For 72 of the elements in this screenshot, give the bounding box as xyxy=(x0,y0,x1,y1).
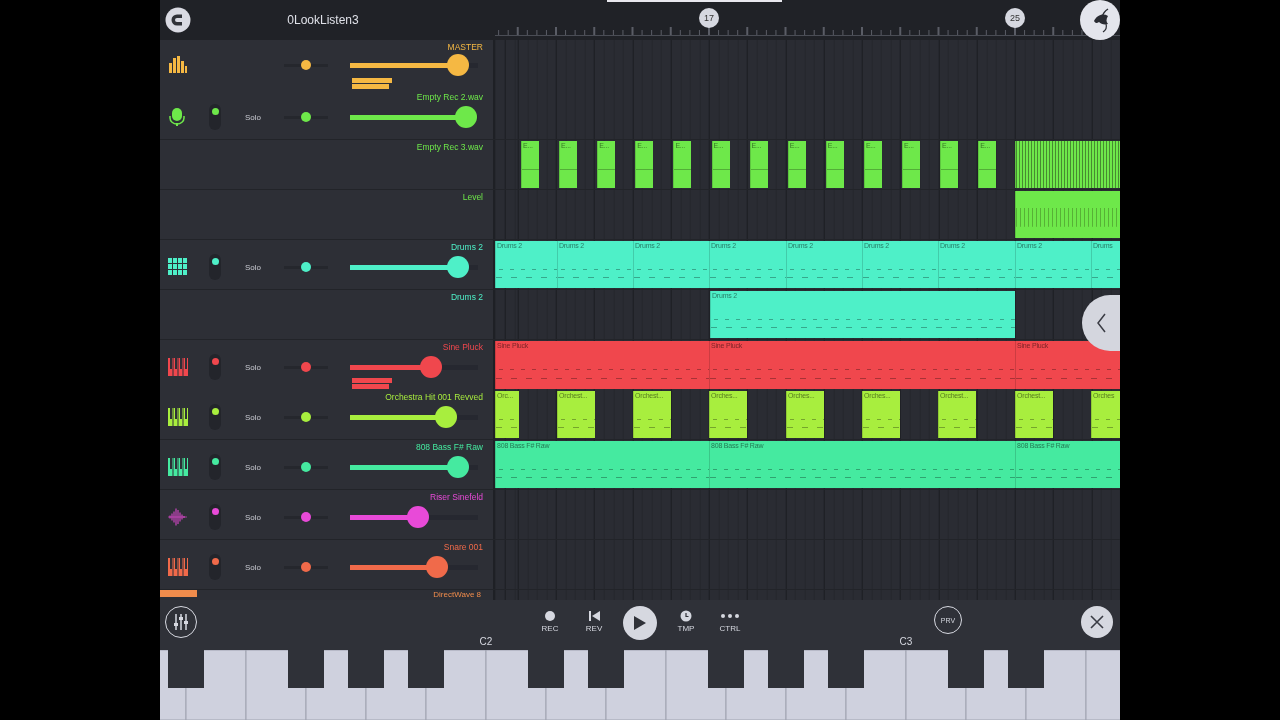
piano-keys-icon[interactable] xyxy=(168,557,188,577)
mute-toggle[interactable] xyxy=(209,354,221,380)
mute-toggle[interactable] xyxy=(209,454,221,480)
waveform-icon[interactable] xyxy=(168,507,188,527)
track-name: MASTER xyxy=(447,41,483,54)
track-name: Empty Rec 2.wav xyxy=(416,91,483,104)
pad-grid-icon[interactable] xyxy=(168,257,188,277)
track-name: Sine Pluck xyxy=(442,341,483,354)
piano-keys-icon[interactable] xyxy=(168,457,188,477)
pan-thumb[interactable] xyxy=(301,512,311,522)
piano-keyboard-drawing[interactable] xyxy=(160,650,1120,720)
tmp-button[interactable]: TMP xyxy=(671,606,701,633)
solo-button[interactable]: Solo xyxy=(245,112,279,122)
solo-button[interactable]: Solo xyxy=(245,462,279,472)
solo-button[interactable]: Solo xyxy=(245,262,279,272)
ctrl-button[interactable]: CTRL xyxy=(715,606,745,633)
rec-button[interactable]: REC xyxy=(535,606,565,633)
track-name: Snare 001 xyxy=(443,541,483,554)
track-name: Riser Sinefeld xyxy=(430,491,483,504)
record-icon xyxy=(544,610,556,622)
play-button[interactable] xyxy=(623,606,657,640)
volume-thumb[interactable] xyxy=(419,356,442,378)
play-icon xyxy=(633,615,647,631)
clock-icon xyxy=(680,610,692,622)
octave-label: C3 xyxy=(899,636,913,647)
pan-thumb[interactable] xyxy=(301,412,311,422)
track-name: Empty Rec 3.wav xyxy=(416,141,483,154)
track-name: 808 Bass F# Raw xyxy=(415,441,483,454)
pan-thumb[interactable] xyxy=(301,462,311,472)
microphone-icon[interactable] xyxy=(168,107,188,127)
solo-button[interactable]: Solo xyxy=(245,512,279,522)
level-bars-icon[interactable] xyxy=(168,55,188,75)
volume-thumb[interactable] xyxy=(435,406,457,428)
pan-thumb[interactable] xyxy=(301,60,311,70)
volume-thumb[interactable] xyxy=(446,456,469,478)
pan-thumb[interactable] xyxy=(301,362,311,372)
mute-toggle[interactable] xyxy=(209,104,221,130)
volume-thumb[interactable] xyxy=(426,556,449,578)
project-title: 0LookListen3 xyxy=(286,13,360,27)
track-name: Drums 2 xyxy=(450,291,483,304)
chevron-left-icon xyxy=(1095,313,1107,333)
track-name: Level xyxy=(462,191,483,204)
mute-toggle[interactable] xyxy=(209,554,221,580)
pan-thumb[interactable] xyxy=(301,262,311,272)
app-logo-icon[interactable] xyxy=(165,7,191,33)
mute-toggle[interactable] xyxy=(209,404,221,430)
close-button[interactable] xyxy=(1081,606,1113,638)
mute-toggle[interactable] xyxy=(209,504,221,530)
track-name: DirectWave 8 xyxy=(433,590,481,599)
bar-marker[interactable]: 25 xyxy=(1005,8,1025,28)
rev-button[interactable]: REV xyxy=(579,606,609,633)
mute-toggle[interactable] xyxy=(209,254,221,280)
octave-label: C2 xyxy=(479,636,493,647)
solo-button[interactable]: Solo xyxy=(245,562,279,572)
volume-thumb[interactable] xyxy=(406,506,429,528)
pan-thumb[interactable] xyxy=(301,112,311,122)
solo-button[interactable]: Solo xyxy=(245,362,279,372)
volume-thumb[interactable] xyxy=(455,106,478,128)
automation-clip[interactable] xyxy=(1015,191,1120,238)
piano-keys-icon[interactable] xyxy=(168,407,188,427)
audio-clip[interactable] xyxy=(1015,141,1120,188)
bar-marker[interactable]: 17 xyxy=(699,8,719,28)
mixer-sliders-icon xyxy=(172,613,190,631)
track-name: Orchestra Hit 001 Revved xyxy=(385,391,483,404)
skip-back-icon xyxy=(588,610,600,622)
close-icon xyxy=(1089,614,1105,630)
solo-button[interactable]: Solo xyxy=(245,412,279,422)
volume-thumb[interactable] xyxy=(446,54,469,76)
volume-thumb[interactable] xyxy=(446,256,469,278)
track-name: Drums 2 xyxy=(450,241,483,254)
pan-thumb[interactable] xyxy=(301,562,311,572)
fruit-logo-button[interactable] xyxy=(1080,0,1120,40)
